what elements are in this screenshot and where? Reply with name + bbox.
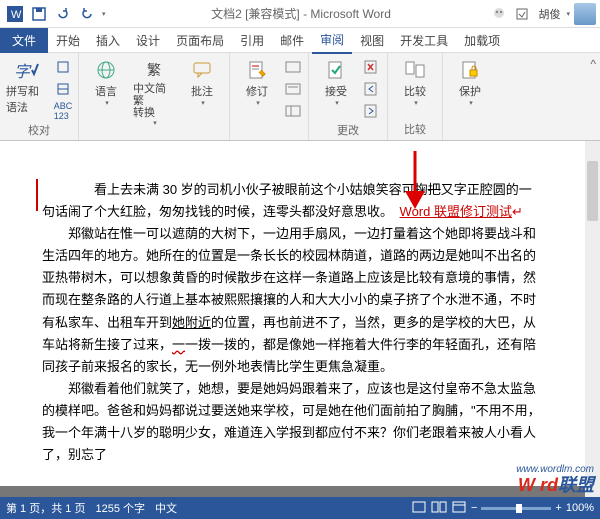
redo-icon[interactable] bbox=[76, 3, 98, 25]
titlebar-right: 胡俊 ▾ bbox=[492, 3, 600, 25]
accept-icon bbox=[326, 57, 346, 83]
paragraph-2[interactable]: 郑徽站在惟一可以遮荫的大树下，一边用手扇风，一边打量着这个她即将要战斗和生活四年… bbox=[42, 223, 543, 378]
deleted-text: 把 bbox=[428, 182, 441, 197]
track-label: 修订 bbox=[246, 83, 268, 99]
accept-button[interactable]: 接受▾ bbox=[313, 55, 359, 109]
tab-layout[interactable]: 页面布局 bbox=[168, 28, 232, 53]
display-for-review-icon[interactable] bbox=[282, 57, 304, 77]
tab-developer[interactable]: 开发工具 bbox=[392, 28, 456, 53]
user-menu-icon[interactable]: ▾ bbox=[566, 10, 570, 18]
track-icon bbox=[247, 57, 267, 83]
scrollbar[interactable] bbox=[585, 141, 600, 519]
collapse-ribbon-icon[interactable]: ^ bbox=[586, 53, 600, 140]
track-button[interactable]: 修订▾ bbox=[234, 55, 280, 109]
status-right: − + 100% bbox=[411, 500, 594, 517]
compare-button[interactable]: 比较▾ bbox=[392, 55, 438, 109]
skull-deco-icon bbox=[492, 7, 506, 21]
comment-icon bbox=[192, 57, 212, 83]
zoom-thumb[interactable] bbox=[516, 504, 522, 513]
paragraph-1[interactable]: 看上去未满 30 岁的司机小伙子被眼前这个小姑娘笑容可掬把又字正腔圆的一句话闹了… bbox=[42, 179, 543, 223]
zoom-in-icon[interactable]: + bbox=[555, 502, 561, 514]
word-count[interactable]: 1255 个字 bbox=[95, 500, 145, 516]
group-protect-label bbox=[447, 124, 493, 138]
reject-icon[interactable] bbox=[361, 57, 383, 77]
language-button[interactable]: 语言▾ bbox=[83, 55, 129, 109]
group-tracking-label bbox=[234, 124, 304, 138]
scrollbar-thumb[interactable] bbox=[587, 161, 598, 221]
wordcount-icon[interactable]: ABC123 bbox=[52, 101, 74, 121]
tab-home[interactable]: 开始 bbox=[48, 28, 88, 53]
reviewing-pane-icon[interactable] bbox=[282, 101, 304, 121]
window-title: 文档2 [兼容模式] - Microsoft Word bbox=[110, 5, 493, 22]
compare-label: 比较 bbox=[404, 83, 426, 99]
spelling-button[interactable]: 字 拼写和语法 bbox=[4, 55, 50, 117]
comment-label: 批注 bbox=[191, 83, 213, 99]
status-bar: 第 1 页，共 1 页 1255 个字 中文 − + 100% bbox=[0, 497, 600, 519]
language-label: 语言 bbox=[95, 83, 117, 99]
undo-icon[interactable] bbox=[52, 3, 74, 25]
avatar[interactable] bbox=[574, 3, 596, 25]
user-name[interactable]: 胡俊 bbox=[538, 6, 560, 22]
spelling-label: 拼写和语法 bbox=[6, 83, 48, 115]
tab-insert[interactable]: 插入 bbox=[88, 28, 128, 53]
tab-design[interactable]: 设计 bbox=[128, 28, 168, 53]
zoom-slider[interactable] bbox=[481, 507, 551, 510]
group-language: 语言▾ 繁 中文简繁 转换▾ 批注▾ bbox=[79, 53, 230, 140]
ribbon: 字 拼写和语法 ABC123 校对 语言▾ 繁 中文简繁 转换▾ 批注▾ bbox=[0, 53, 600, 141]
page[interactable]: 看上去未满 30 岁的司机小伙子被眼前这个小姑娘笑容可掬把又字正腔圆的一句话闹了… bbox=[0, 141, 585, 486]
prev-change-icon[interactable] bbox=[361, 79, 383, 99]
language-icon bbox=[96, 57, 116, 83]
accept-label: 接受 bbox=[325, 83, 347, 99]
quick-access-toolbar: W ▾ bbox=[0, 3, 110, 25]
group-changes: 接受▾ 更改 bbox=[309, 53, 388, 140]
tab-file[interactable]: 文件 bbox=[0, 28, 48, 53]
thesaurus-icon[interactable] bbox=[52, 79, 74, 99]
simplified-icon: 繁 bbox=[147, 57, 161, 83]
protect-button[interactable]: 保护▾ bbox=[447, 55, 493, 109]
read-mode-icon[interactable] bbox=[431, 500, 447, 517]
next-change-icon[interactable] bbox=[361, 101, 383, 121]
tab-references[interactable]: 引用 bbox=[232, 28, 272, 53]
save-icon[interactable] bbox=[28, 3, 50, 25]
tab-review[interactable]: 审阅 bbox=[312, 27, 352, 54]
group-proofing-label: 校对 bbox=[4, 121, 74, 139]
group-compare: 比较▾ 比较 bbox=[388, 53, 443, 140]
tab-addins[interactable]: 加载项 bbox=[456, 28, 508, 53]
svg-text:W: W bbox=[11, 9, 22, 21]
zoom-level[interactable]: 100% bbox=[566, 502, 594, 514]
paragraph-3[interactable]: 郑徽看着他们就笑了，她想，要是她妈妈跟着来了，应该也是这付皇帝不急太监急的模样吧… bbox=[42, 378, 543, 466]
inserted-text: Word 联盟修订测试 bbox=[400, 204, 512, 219]
group-changes-label: 更改 bbox=[313, 121, 383, 139]
tab-view[interactable]: 视图 bbox=[352, 28, 392, 53]
watermark-url: www.wordlm.com bbox=[516, 464, 594, 475]
comment-button[interactable]: 批注▾ bbox=[179, 55, 225, 109]
word-icon[interactable]: W bbox=[4, 3, 26, 25]
show-markup-icon[interactable] bbox=[282, 79, 304, 99]
group-proofing: 字 拼写和语法 ABC123 校对 bbox=[0, 53, 79, 140]
protect-label: 保护 bbox=[459, 83, 481, 99]
define-icon[interactable] bbox=[52, 57, 74, 77]
compare-icon bbox=[404, 57, 426, 83]
zoom-out-icon[interactable]: − bbox=[471, 502, 477, 514]
document-area: 看上去未满 30 岁的司机小伙子被眼前这个小姑娘笑容可掬把又字正腔圆的一句话闹了… bbox=[0, 141, 600, 519]
group-tracking: 修订▾ bbox=[230, 53, 309, 140]
group-compare-label: 比较 bbox=[392, 120, 438, 138]
web-layout-icon[interactable] bbox=[451, 500, 467, 517]
qat-customize-icon[interactable]: ▾ bbox=[102, 10, 106, 18]
language-status[interactable]: 中文 bbox=[155, 500, 177, 516]
protect-icon bbox=[460, 57, 480, 83]
tab-mailings[interactable]: 邮件 bbox=[272, 28, 312, 53]
ribbon-display-icon[interactable] bbox=[510, 4, 534, 24]
page-indicator[interactable]: 第 1 页，共 1 页 bbox=[6, 500, 85, 516]
print-layout-icon[interactable] bbox=[411, 500, 427, 517]
simplified-button[interactable]: 繁 中文简繁 转换▾ bbox=[131, 55, 177, 129]
spelling-icon: 字 bbox=[14, 57, 40, 83]
title-bar: W ▾ 文档2 [兼容模式] - Microsoft Word 胡俊 ▾ bbox=[0, 0, 600, 28]
revision-mark bbox=[36, 179, 38, 211]
simplified-label: 中文简繁 转换 bbox=[133, 83, 175, 119]
menu-bar: 文件 开始 插入 设计 页面布局 引用 邮件 审阅 视图 开发工具 加载项 bbox=[0, 28, 600, 53]
group-protect: 保护▾ bbox=[443, 53, 497, 140]
